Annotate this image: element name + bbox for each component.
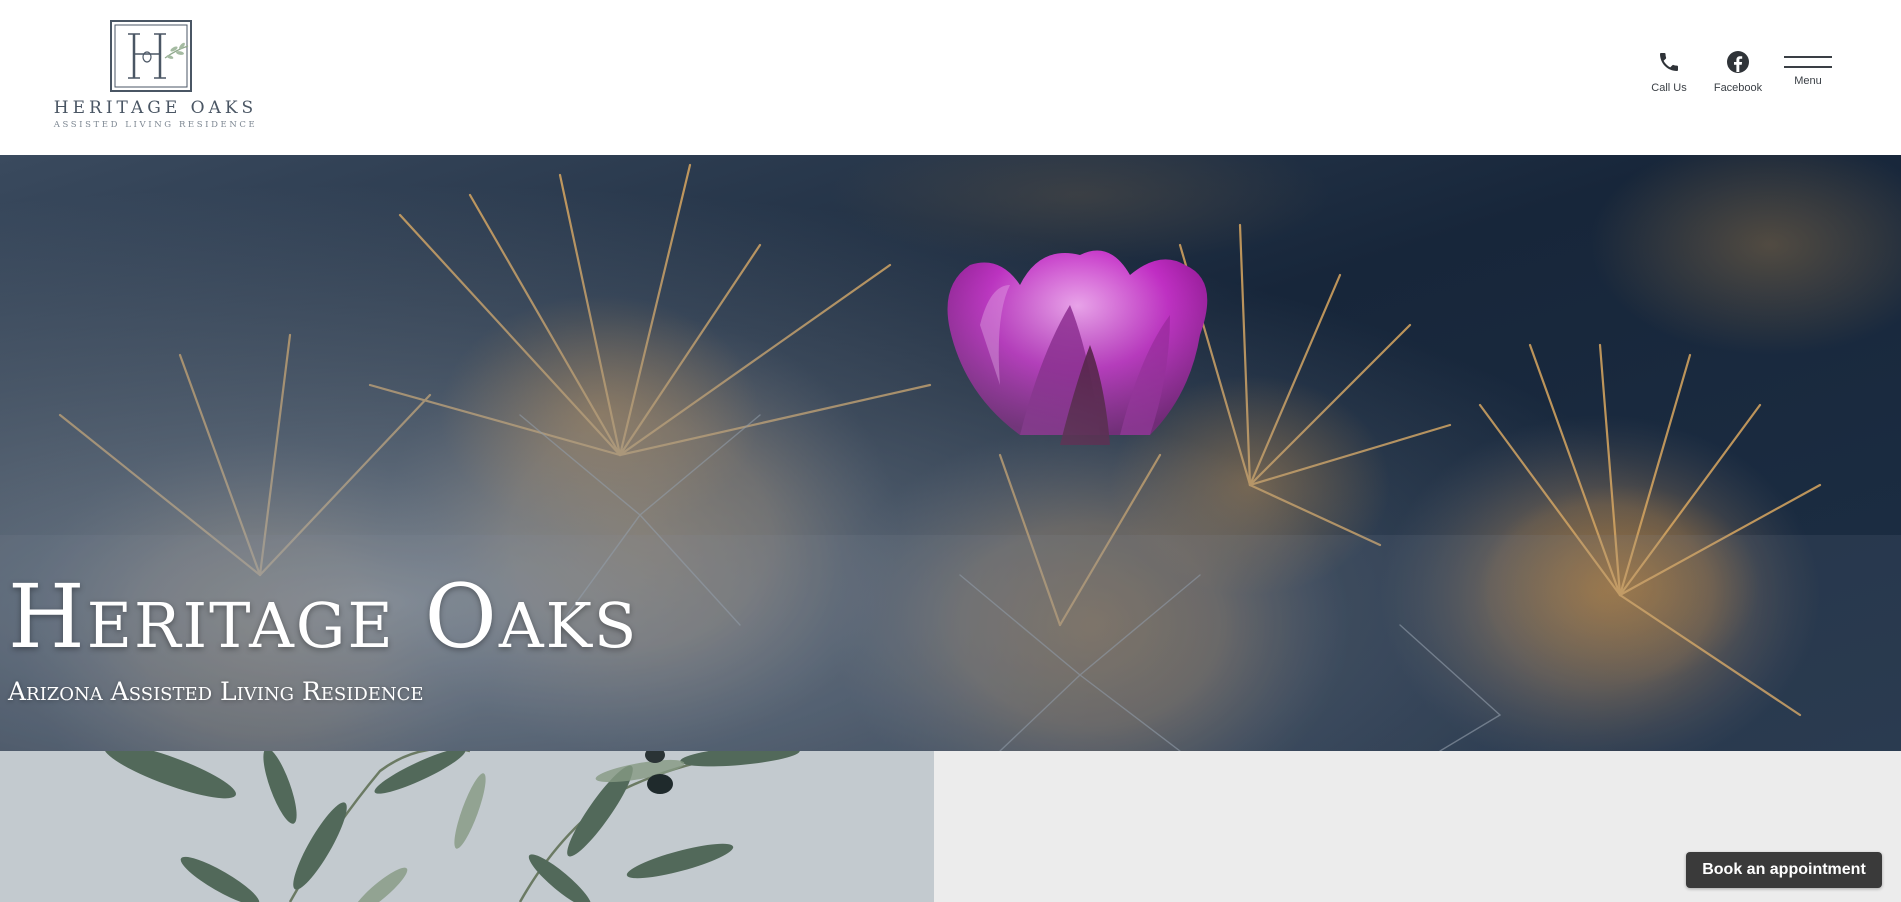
hero-subtitle: Arizona Assisted Living Residence: [8, 677, 424, 706]
menu-button[interactable]: Menu: [1780, 56, 1836, 87]
facebook-icon: [1727, 51, 1749, 73]
hamburger-icon: [1784, 56, 1832, 72]
logo-name: HERITAGE OAKS: [53, 98, 258, 118]
logo-monogram-icon: [110, 20, 192, 92]
olive-branch-image: [0, 751, 934, 902]
hero-title: Heritage Oaks: [8, 565, 639, 668]
book-appointment-button[interactable]: Book an appointment: [1686, 852, 1882, 888]
hero-banner: Heritage Oaks Arizona Assisted Living Re…: [0, 155, 1901, 751]
menu-label: Menu: [1794, 75, 1822, 87]
facebook-button[interactable]: Facebook: [1710, 50, 1766, 94]
site-header: HERITAGE OAKS ASSISTED LIVING RESIDENCE …: [0, 0, 1901, 155]
logo-tagline: ASSISTED LIVING RESIDENCE: [53, 120, 258, 130]
olive-branch-picture: [0, 751, 934, 902]
facebook-label: Facebook: [1713, 82, 1763, 94]
call-us-button[interactable]: Call Us: [1644, 50, 1694, 94]
phone-icon: [1660, 53, 1678, 71]
site-logo[interactable]: HERITAGE OAKS ASSISTED LIVING RESIDENCE: [53, 20, 258, 132]
call-us-label: Call Us: [1651, 82, 1687, 94]
